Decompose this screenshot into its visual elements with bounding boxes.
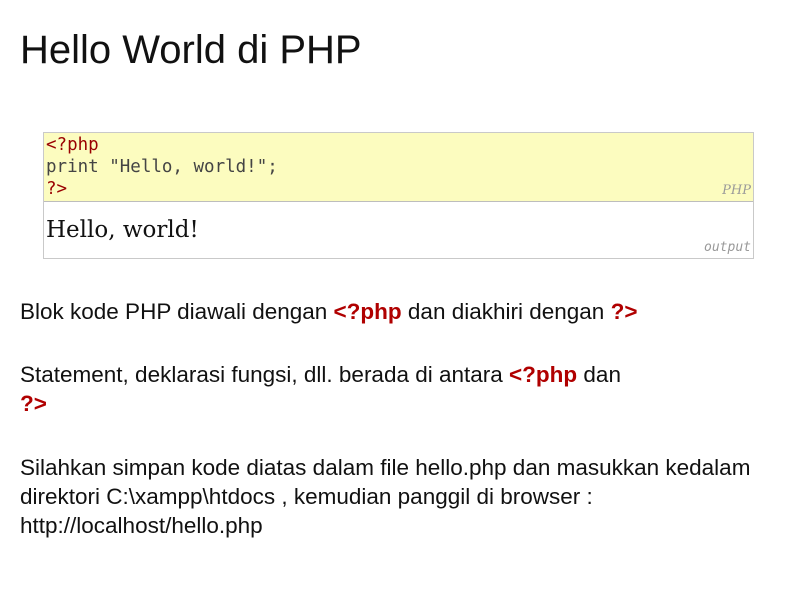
language-label: PHP [722, 183, 751, 198]
slide-title: Hello World di PHP [20, 28, 362, 72]
paragraph-text: Statement, deklarasi fungsi, dll. berada… [20, 362, 510, 387]
php-close-tag: ?> [610, 299, 638, 324]
output-text: Hello, world! [46, 217, 199, 243]
code-line-close-tag: ?> [46, 179, 68, 199]
php-open-tag: <?php [333, 299, 402, 324]
code-line-open-tag: <?php [46, 135, 99, 155]
output-panel: Hello, world! output [44, 202, 753, 258]
code-example-figure: <?php print "Hello, world!"; ?> PHP Hell… [43, 132, 754, 259]
php-close-tag: ?> [20, 391, 47, 416]
paragraph-text: dan [577, 362, 621, 387]
paragraph-instructions: Silahkan simpan kode diatas dalam file h… [20, 455, 751, 538]
php-code-panel: <?php print "Hello, world!"; ?> PHP [44, 133, 753, 202]
paragraph-statements: Statement, deklarasi fungsi, dll. berada… [20, 360, 780, 418]
output-label: output [704, 240, 751, 255]
code-line-print: print "Hello, world!"; [46, 157, 278, 177]
paragraph-text: dan diakhiri dengan [401, 299, 611, 324]
paragraph-text: Blok kode PHP diawali dengan [20, 299, 334, 324]
paragraph-php-block: Blok kode PHP diawali dengan <?php dan d… [20, 297, 780, 326]
php-open-tag: <?php [509, 362, 578, 387]
